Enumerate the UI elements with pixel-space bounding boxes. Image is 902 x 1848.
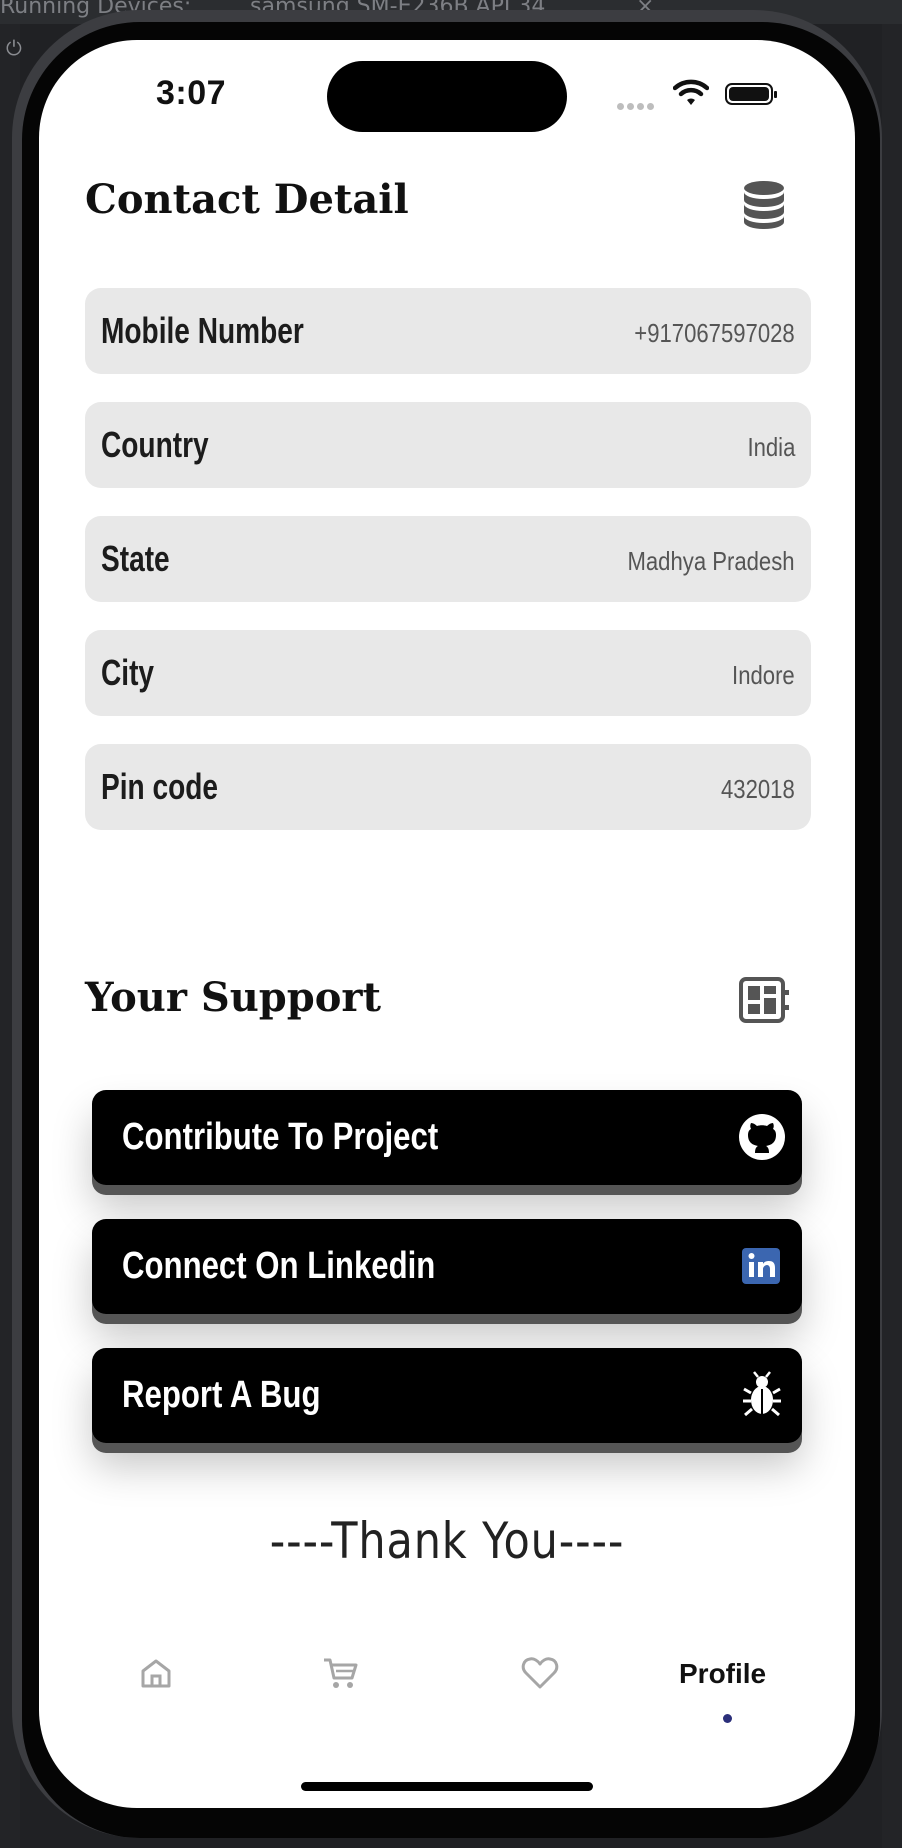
detail-row-city: City Indore	[85, 630, 811, 716]
detail-value: +917067597028	[634, 318, 795, 348]
contribute-label: Contribute To Project	[122, 1116, 439, 1158]
database-icon	[742, 180, 786, 235]
phone-screen: 3:07 Contact Detail Mobile Number +91706…	[39, 40, 855, 1808]
ide-right-panel	[882, 24, 902, 1848]
cart-icon[interactable]	[322, 1656, 382, 1716]
active-tab-indicator	[723, 1714, 732, 1723]
detail-row-mobile-number: Mobile Number +917067597028	[85, 288, 811, 374]
contribute-button[interactable]: Contribute To Project	[92, 1090, 802, 1185]
home-indicator[interactable]	[301, 1782, 593, 1791]
linkedin-label: Connect On Linkedin	[122, 1245, 436, 1287]
detail-label: Country	[101, 424, 209, 465]
detail-value: India	[747, 432, 795, 462]
dashboard-icon	[738, 976, 790, 1029]
your-support-title: Your Support	[85, 974, 381, 1021]
github-icon	[738, 1113, 786, 1161]
bottom-navigation: Profile	[39, 1646, 855, 1746]
contact-detail-title: Contact Detail	[85, 176, 409, 223]
nav-profile-tab[interactable]: Profile	[679, 1658, 766, 1690]
bug-icon	[738, 1371, 786, 1419]
detail-label: Mobile Number	[101, 310, 304, 351]
detail-value: Madhya Pradesh	[627, 546, 795, 576]
cellular-signal-icon	[617, 97, 657, 115]
detail-label: Pin code	[101, 766, 219, 807]
power-icon[interactable]: ⏻	[6, 38, 28, 60]
detail-row-pin-code: Pin code 432018	[85, 744, 811, 830]
detail-value: 432018	[721, 774, 795, 804]
home-icon[interactable]	[139, 1656, 199, 1716]
detail-label: City	[101, 652, 155, 693]
detail-label: State	[101, 538, 170, 579]
wifi-icon	[672, 78, 710, 113]
detail-row-state: State Madhya Pradesh	[85, 516, 811, 602]
linkedin-button[interactable]: Connect On Linkedin	[92, 1219, 802, 1314]
thank-you-text: ----Thank You----	[269, 1512, 625, 1570]
battery-icon	[725, 83, 777, 105]
detail-value: Indore	[732, 660, 795, 690]
heart-icon[interactable]	[521, 1656, 581, 1716]
report-bug-button[interactable]: Report A Bug	[92, 1348, 802, 1443]
status-time: 3:07	[156, 74, 227, 112]
report-bug-label: Report A Bug	[122, 1374, 321, 1416]
linkedin-icon	[738, 1242, 786, 1290]
detail-row-country: Country India	[85, 402, 811, 488]
dynamic-island	[327, 61, 567, 132]
